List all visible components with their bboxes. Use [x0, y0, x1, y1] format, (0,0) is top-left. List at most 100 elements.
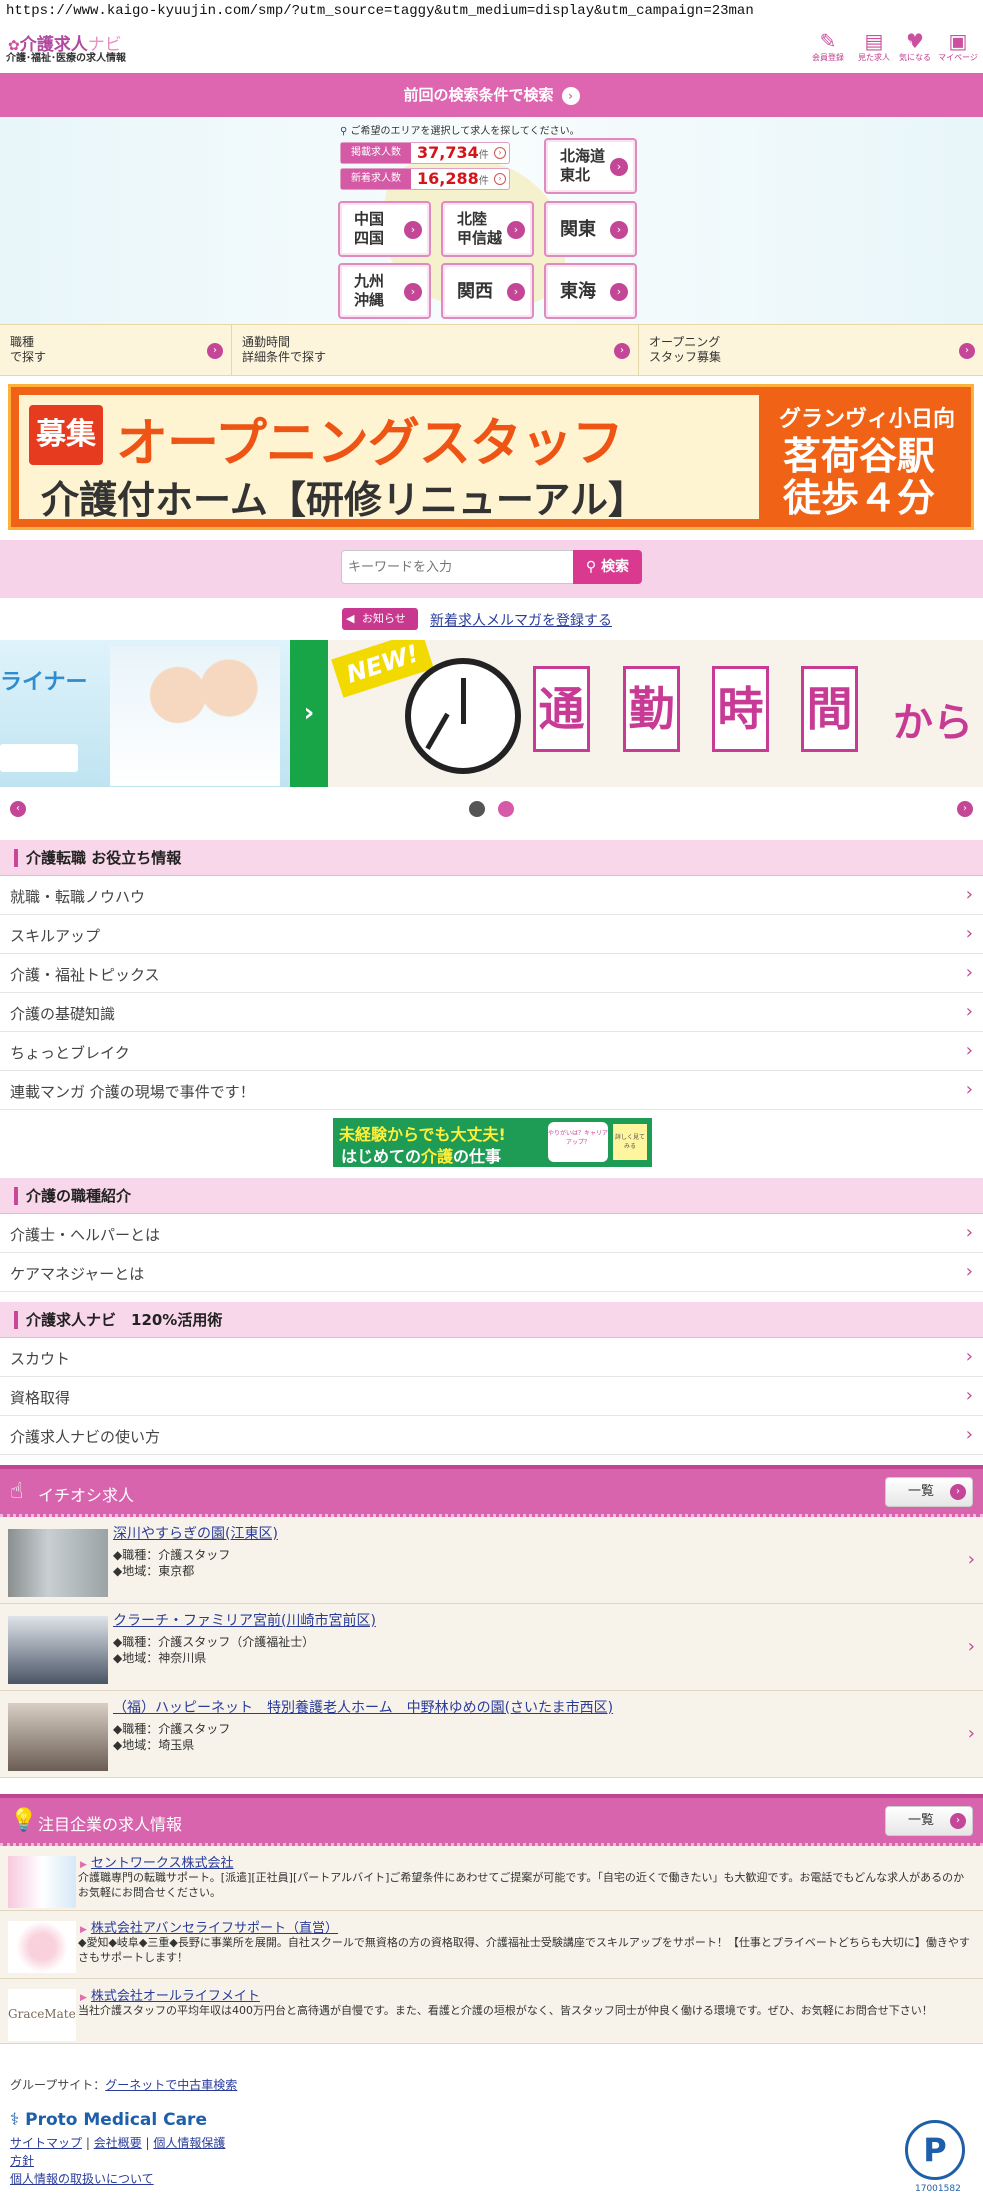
- list-item[interactable]: 資格取得 ›: [0, 1377, 983, 1416]
- list-item[interactable]: スカウト ›: [0, 1338, 983, 1377]
- job-role: ◆職種：介護スタッフ: [113, 1722, 231, 1736]
- viewed-jobs-label: 見た求人: [858, 53, 890, 62]
- featured-job-item[interactable]: （福）ハッピーネット 特別養護老人ホーム 中野林ゆめの園(さいたま市西区) ◆職…: [0, 1691, 983, 1778]
- clock-icon: [405, 658, 521, 774]
- company-item[interactable]: GraceMate 株式会社オールライフメイト 当社介護スタッフの平均年収は40…: [0, 1979, 983, 2044]
- mypage-button[interactable]: ▣ マイページ: [938, 30, 978, 63]
- company-logo: [8, 1921, 76, 1973]
- company-name-link[interactable]: セントワークス株式会社: [80, 1852, 234, 1871]
- group-site-link[interactable]: グーネットで中古車検索: [105, 2078, 237, 2092]
- banner-access: 茗荷谷駅 徒歩４分: [783, 435, 935, 519]
- footer-brand[interactable]: ⚕ Proto Medical Care: [10, 2110, 207, 2130]
- url-bar[interactable]: https://www.kaigo-kyuujin.com/smp/?utm_s…: [0, 0, 983, 28]
- privacy-handling-link[interactable]: 個人情報の取扱いについて: [10, 2172, 154, 2186]
- promo-slider[interactable]: ライナー › NEW! 通 勤 時 間 から: [0, 640, 983, 787]
- job-area: ◆地域：神奈川県: [113, 1651, 207, 1665]
- company-item[interactable]: 株式会社アバンセライフサポート（直営） ◆愛知◆岐阜◆三重◆長野に事業所を展開。…: [0, 1911, 983, 1979]
- list-item[interactable]: ケアマネジャーとは ›: [0, 1253, 983, 1292]
- slider-prev-button[interactable]: ‹: [10, 801, 26, 817]
- commute-char: 通: [533, 666, 590, 752]
- commute-char: 時: [712, 666, 769, 752]
- list-item[interactable]: 介護の基礎知識 ›: [0, 993, 983, 1032]
- register-button[interactable]: ✎ 会員登録: [808, 30, 848, 63]
- list-item[interactable]: 介護求人ナビの使い方 ›: [0, 1416, 983, 1455]
- chevron-right-icon: ›: [965, 1385, 973, 1406]
- new-jobs-count[interactable]: 新着求人数 16,288件 ›: [340, 168, 510, 190]
- list-item[interactable]: スキルアップ ›: [0, 915, 983, 954]
- list-item[interactable]: 連載マンガ 介護の現場で事件です！ ›: [0, 1071, 983, 1110]
- region-hokuriku-koshinetsu[interactable]: 北陸 甲信越 ›: [441, 201, 534, 257]
- chevron-right-icon: ›: [950, 1484, 966, 1500]
- chevron-right-icon: ›: [965, 962, 973, 983]
- chevron-right-icon: ›: [967, 1636, 975, 1657]
- region-hokkaido-tohoku[interactable]: 北海道 東北 ›: [544, 138, 637, 194]
- chevron-right-icon: ›: [610, 283, 628, 301]
- sitemap-link[interactable]: サイトマップ: [10, 2136, 82, 2150]
- opening-staff-button[interactable]: オープニング スタッフ募集 ›: [639, 324, 983, 376]
- area-prompt-text: ご希望のエリアを選択して求人を探してください。: [350, 126, 580, 137]
- list-item[interactable]: ちょっとブレイク ›: [0, 1032, 983, 1071]
- list-item-label: 連載マンガ 介護の現場で事件です！: [10, 1083, 255, 1101]
- privacy-policy-link[interactable]: 個人情報保護: [153, 2136, 225, 2150]
- company-name-link[interactable]: 株式会社アバンセライフサポート（直営）: [80, 1917, 338, 1936]
- newsletter-signup-link[interactable]: 新着求人メルマガを登録する: [430, 610, 612, 630]
- chevron-right-icon: ›: [404, 283, 422, 301]
- keyword-search-button[interactable]: ⚲ 検索: [573, 550, 642, 584]
- policy-link[interactable]: 方針: [10, 2154, 34, 2168]
- new-jobs-label: 新着求人数: [341, 169, 411, 189]
- region-kansai[interactable]: 関西 ›: [441, 263, 534, 319]
- slider-dot-1[interactable]: [469, 801, 485, 817]
- chevron-right-icon: ›: [967, 1723, 975, 1744]
- job-name-link[interactable]: 深川やすらぎの園(江東区): [113, 1523, 278, 1543]
- total-jobs-count[interactable]: 掲載求人数 37,734件 ›: [340, 142, 510, 164]
- region-tokai[interactable]: 東海 ›: [544, 263, 637, 319]
- search-by-commute-button[interactable]: 通勤時間 詳細条件で探す ›: [232, 324, 639, 376]
- pointing-hand-icon: ☝: [10, 1479, 24, 1504]
- company-logo-text: GraceMate: [8, 2007, 76, 2021]
- mypage-icon: ▣: [948, 29, 968, 53]
- favorites-button[interactable]: ♥ 0 気になる: [895, 30, 935, 63]
- search-button-label: 通勤時間 詳細条件で探す: [242, 335, 327, 364]
- commute-kara: から: [893, 700, 973, 746]
- slider-dot-2[interactable]: [498, 801, 514, 817]
- section-title: 介護転職 お役立ち情報: [14, 849, 181, 867]
- list-item-label: 介護士・ヘルパーとは: [10, 1226, 161, 1244]
- slide-1[interactable]: ライナー: [0, 640, 290, 787]
- list-item[interactable]: 就職・転職ノウハウ ›: [0, 876, 983, 915]
- keyword-search-input[interactable]: [341, 550, 574, 584]
- companies-list-button[interactable]: 一覧 ›: [885, 1806, 973, 1836]
- region-kanto[interactable]: 関東 ›: [544, 201, 637, 257]
- register-label: 会員登録: [812, 53, 844, 62]
- chevron-right-icon: ›: [965, 923, 973, 944]
- prev-search-button[interactable]: 前回の検索条件で検索 ›: [0, 73, 983, 117]
- slider-next-button[interactable]: ›: [957, 801, 973, 817]
- notice-badge: ◀ お知らせ: [342, 608, 418, 630]
- prev-search-label: 前回の検索条件で検索: [403, 86, 554, 104]
- region-kyushu-okinawa[interactable]: 九州 沖縄 ›: [338, 263, 431, 319]
- region-chugoku-shikoku[interactable]: 中国 四国 ›: [338, 201, 431, 257]
- beginner-care-banner[interactable]: 未経験からでも大丈夫! はじめての介護の仕事 やりがいは？キャリアアップ？ 詳し…: [333, 1118, 652, 1167]
- job-name-link[interactable]: （福）ハッピーネット 特別養護老人ホーム 中野林ゆめの園(さいたま市西区): [113, 1697, 613, 1717]
- viewed-jobs-button[interactable]: ▤ 見た求人: [854, 30, 894, 63]
- featured-job-item[interactable]: クラーチ・ファミリア宮前(川崎市宮前区) ◆職種：介護スタッフ（介護福祉士） ◆地…: [0, 1604, 983, 1691]
- search-by-job-type-button[interactable]: 職種 で探す ›: [0, 324, 232, 376]
- list-item[interactable]: 介護士・ヘルパーとは ›: [0, 1214, 983, 1253]
- list-item[interactable]: 介護・福祉トピックス ›: [0, 954, 983, 993]
- featured-list-button[interactable]: 一覧 ›: [885, 1477, 973, 1507]
- slide-1-next-arrow[interactable]: ›: [290, 640, 328, 787]
- chevron-right-icon: ›: [610, 221, 628, 239]
- list-item-label: 介護の基礎知識: [10, 1005, 116, 1023]
- favorites-label: 気になる: [899, 53, 931, 62]
- chevron-right-icon: ›: [507, 283, 525, 301]
- featured-job-item[interactable]: 深川やすらぎの園(江東区) ◆職種：介護スタッフ ◆地域：東京都 ›: [0, 1517, 983, 1604]
- companies-header: 💡 注目企業の求人情報 一覧 ›: [0, 1794, 983, 1846]
- map-pin-icon: ⚲: [340, 126, 348, 137]
- list-item-label: 就職・転職ノウハウ: [10, 888, 146, 906]
- site-footer: グループサイト：グーネットで中古車検索 ⚕ Proto Medical Care…: [0, 2060, 983, 2202]
- job-name-link[interactable]: クラーチ・ファミリア宮前(川崎市宮前区): [113, 1610, 376, 1630]
- company-name-link[interactable]: 株式会社オールライフメイト: [80, 1985, 260, 2004]
- chevron-right-icon: ›: [967, 1549, 975, 1570]
- company-item[interactable]: セントワークス株式会社 介護職専門の転職サポート。[派遣][正社員][パートアル…: [0, 1846, 983, 1911]
- opening-staff-banner[interactable]: 募集 オープニングスタッフ 介護付ホーム【研修リニューアル】 グランヴィ小日向 …: [8, 384, 974, 530]
- company-info-link[interactable]: 会社概要: [94, 2136, 142, 2150]
